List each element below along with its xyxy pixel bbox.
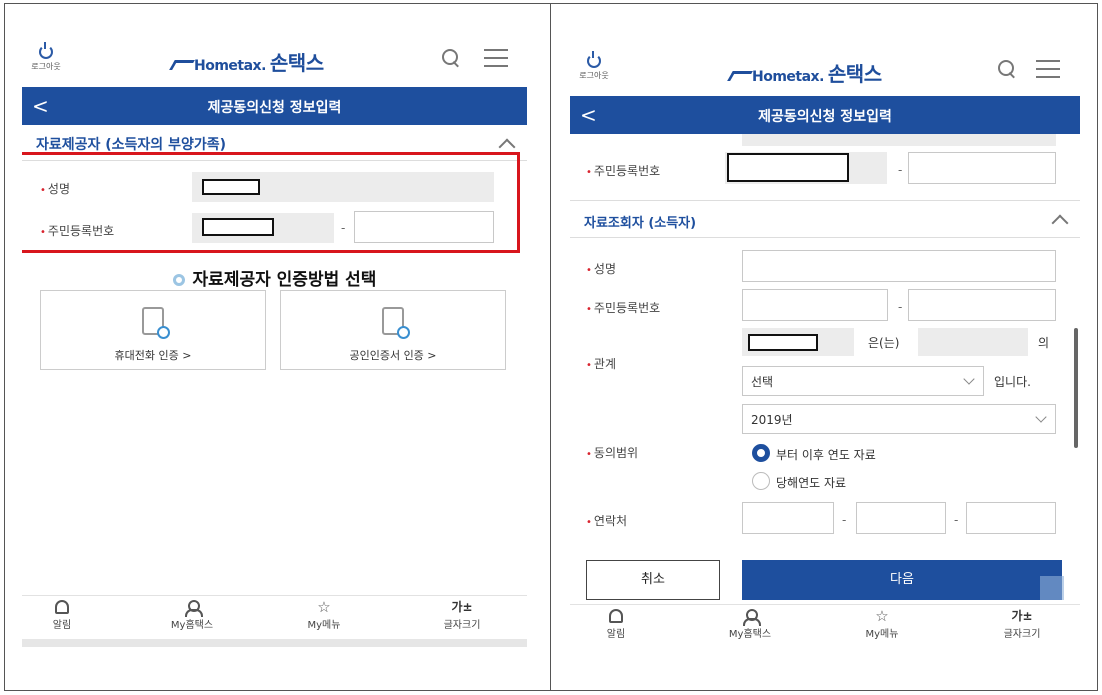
person-icon (743, 609, 761, 626)
hamburger-menu-icon[interactable] (1036, 60, 1060, 78)
nav-alarm[interactable]: 알림 (22, 600, 102, 631)
highlight-box (22, 152, 520, 253)
bottom-nav: 알림 My홈택스 ☆ My메뉴 가± 글자크기 (22, 595, 527, 639)
viewer-rrn-dash: - (898, 300, 903, 314)
contact-part3-input[interactable] (966, 502, 1056, 534)
relation-select[interactable]: 선택 (742, 366, 984, 396)
nav-my-menu[interactable]: ☆ My메뉴 (842, 607, 922, 641)
top-bar: 로그아웃 Hometax. 손택스 (22, 35, 527, 85)
cancel-button[interactable]: 취소 (586, 560, 720, 600)
provider-rrn-label: • 주민등록번호 (586, 164, 661, 178)
bottom-nav: 알림 My홈택스 ☆ My메뉴 가± 글자크기 (570, 604, 1080, 648)
nav-bar: < 제공동의신청 정보입력 (570, 96, 1080, 134)
viewer-name-input[interactable] (742, 250, 1056, 282)
logo-text: Hometax. (752, 69, 824, 85)
floating-tag (1040, 576, 1064, 600)
right-screen: 로그아웃 Hometax. 손택스 < 제공동의신청 정보입력 • 주민등록번호 -… (570, 42, 1080, 650)
nav-font-size[interactable]: 가± 글자크기 (422, 600, 502, 631)
viewer-rrn-front-input[interactable] (742, 289, 888, 321)
logo-text: Hometax. (194, 58, 266, 74)
auth-method-title: 자료제공자 인증방법 선택 (22, 265, 527, 290)
nav-alarm[interactable]: 알림 (576, 609, 656, 640)
relation-subject-redaction (748, 334, 818, 351)
consent-range-label: • 동의범위 (586, 446, 639, 460)
radio-after-year-label: 부터 이후 연도 자료 (776, 448, 876, 462)
next-button[interactable]: 다음 (742, 560, 1062, 600)
nav-my-hometax[interactable]: My홈택스 (152, 600, 232, 631)
chevron-down-icon (1035, 411, 1047, 423)
year-select[interactable]: 2019년 (742, 404, 1056, 434)
bottom-strip (22, 639, 527, 647)
contact-label: • 연락처 (586, 514, 628, 528)
relation-ui-text: 의 (1038, 336, 1050, 350)
power-icon (587, 51, 601, 68)
radio-after-year[interactable] (752, 444, 770, 462)
bell-icon (609, 609, 623, 623)
left-screen: 로그아웃 Hometax. 손택스 < 제공동의신청 정보입력 자료제공자 (소득… (22, 35, 527, 647)
radio-current-year[interactable] (752, 472, 770, 490)
provider-rrn-dash: - (898, 163, 903, 177)
house-roof-icon (169, 60, 195, 70)
provider-section-label: 자료제공자 (소득자의 부양가족) (36, 137, 226, 153)
hometax-logo[interactable]: Hometax. 손택스 (169, 47, 324, 76)
star-icon: ☆ (317, 598, 331, 616)
relation-object-field (918, 328, 1028, 356)
search-icon[interactable] (442, 49, 460, 67)
certificate-icon (382, 307, 410, 339)
phone-auth-card[interactable]: 휴대전화 인증 > (40, 290, 266, 370)
top-bar: 로그아웃 Hometax. 손택스 (570, 42, 1080, 92)
viewer-rrn-back-input[interactable] (908, 289, 1056, 321)
viewer-section-header[interactable]: 자료조회자 (소득자) (570, 200, 1080, 238)
contact-part1-input[interactable] (742, 502, 834, 534)
logo-sub: 손택스 (827, 62, 882, 86)
circle-bullet-icon (172, 274, 185, 286)
nav-font-size[interactable]: 가± 글자크기 (982, 609, 1062, 640)
contact-part2-input[interactable] (856, 502, 946, 534)
phone-auth-label: 휴대전화 인증 > (114, 349, 192, 362)
provider-rrn-back-input[interactable] (908, 152, 1056, 184)
chevron-up-icon[interactable] (1051, 214, 1069, 232)
mobile-phone-icon (142, 307, 170, 339)
viewer-name-label: • 성명 (586, 262, 616, 276)
search-icon[interactable] (998, 60, 1016, 78)
cert-auth-card[interactable]: 공인인증서 인증 > (280, 290, 506, 370)
power-icon (39, 42, 53, 59)
chevron-down-icon (963, 373, 975, 385)
person-icon (185, 600, 203, 617)
figure-divider (550, 3, 551, 691)
relation-label: • 관계 (586, 357, 616, 371)
logout-button[interactable]: 로그아웃 (28, 42, 64, 72)
cert-auth-label: 공인인증서 인증 > (349, 349, 437, 362)
nav-my-hometax[interactable]: My홈택스 (710, 609, 790, 640)
viewer-section-label: 자료조회자 (소득자) (584, 216, 697, 231)
page-title: 제공동의신청 정보입력 (207, 100, 342, 116)
radio-current-year-label: 당해연도 자료 (776, 476, 847, 490)
name-field-partial (742, 134, 1056, 146)
logo-sub: 손택스 (269, 51, 324, 75)
font-size-icon: 가± (1011, 609, 1033, 623)
house-roof-icon (727, 71, 753, 81)
nav-my-menu[interactable]: ☆ My메뉴 (284, 598, 364, 632)
relation-suffix-text: 입니다. (994, 375, 1031, 389)
contact-dash-2: - (954, 513, 959, 527)
font-size-icon: 가± (451, 600, 473, 614)
provider-rrn-redaction (727, 153, 849, 182)
logout-label: 로그아웃 (31, 62, 61, 71)
nav-bar: < 제공동의신청 정보입력 (22, 87, 527, 125)
contact-dash-1: - (842, 513, 847, 527)
viewer-rrn-label: • 주민등록번호 (586, 301, 661, 315)
page-title: 제공동의신청 정보입력 (758, 109, 892, 125)
logout-button[interactable]: 로그아웃 (576, 51, 612, 81)
hometax-logo[interactable]: Hometax. 손택스 (727, 58, 882, 87)
relation-eun-text: 은(는) (868, 336, 900, 350)
bell-icon (55, 600, 69, 614)
scrollbar[interactable] (1074, 328, 1078, 448)
star-icon: ☆ (875, 607, 889, 625)
hamburger-menu-icon[interactable] (484, 49, 508, 67)
logout-label: 로그아웃 (579, 71, 609, 80)
